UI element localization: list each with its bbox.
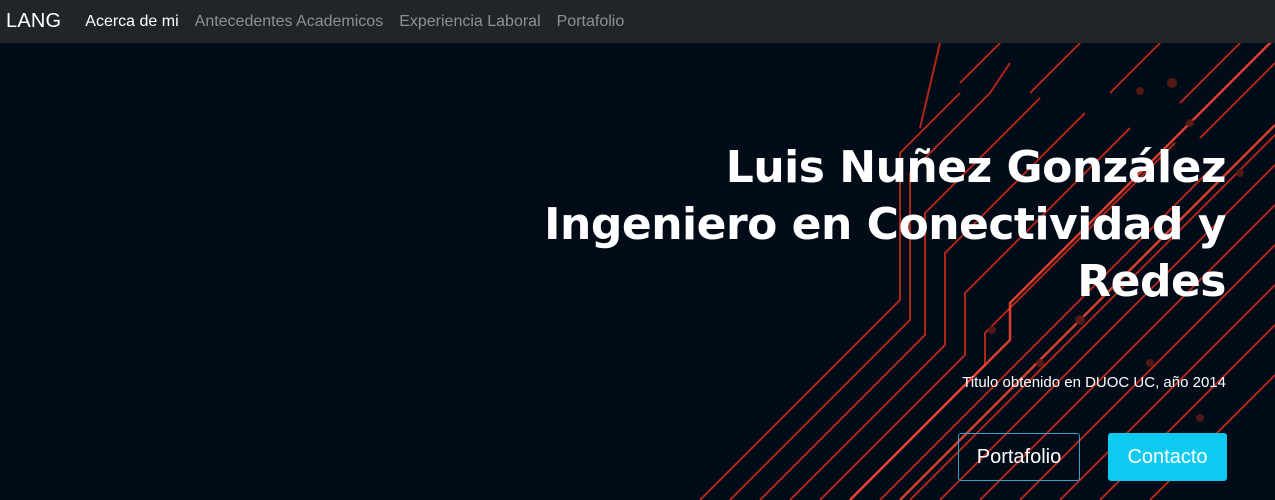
nav-item-experiencia[interactable]: Experiencia Laboral	[399, 13, 540, 31]
contact-button[interactable]: Contacto	[1108, 433, 1227, 481]
hero-title-profession: Ingeniero en Conectividad y	[544, 199, 1226, 250]
brand-logo[interactable]: LANG	[6, 10, 61, 33]
hero-subtitle: Titulo obtenido en DUOC UC, año 2014	[962, 374, 1226, 391]
hero-section: Luis Nuñez González Ingeniero en Conecti…	[0, 43, 1275, 500]
hero-title: Luis Nuñez González Ingeniero en Conecti…	[506, 139, 1226, 310]
nav-item-acerca[interactable]: Acerca de mi	[85, 13, 178, 31]
hero-buttons: Portafolio Contacto	[958, 433, 1227, 481]
portfolio-button[interactable]: Portafolio	[958, 433, 1080, 481]
top-navbar: LANG Acerca de mi Antecedentes Academico…	[0, 0, 1275, 43]
hero-title-profession-cont: Redes	[1077, 256, 1226, 307]
hero-title-name: Luis Nuñez González	[725, 142, 1227, 193]
nav-item-portafolio[interactable]: Portafolio	[557, 13, 625, 31]
hero-content: Luis Nuñez González Ingeniero en Conecti…	[506, 139, 1226, 391]
nav-item-antecedentes[interactable]: Antecedentes Academicos	[195, 13, 384, 31]
